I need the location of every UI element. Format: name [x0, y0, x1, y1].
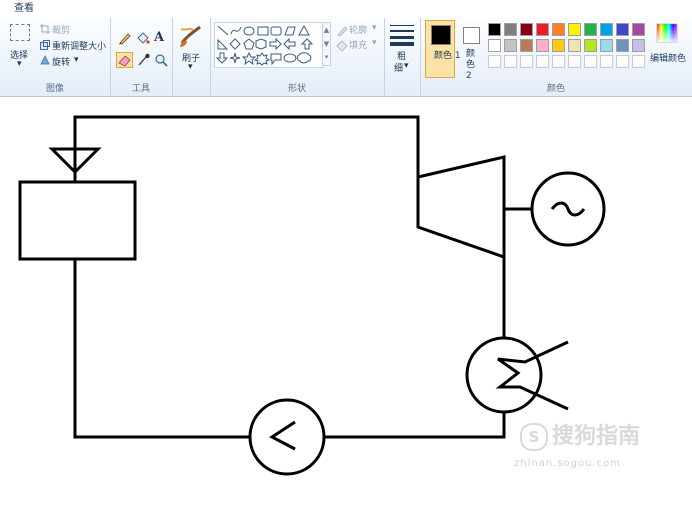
- resize-button[interactable]: 重新调整大小: [52, 39, 106, 52]
- color-picker-icon[interactable]: [137, 53, 151, 67]
- colors-group-label: 颜色: [546, 84, 565, 94]
- condenser-circle: [465, 336, 543, 414]
- custom-color-slot[interactable]: [568, 55, 581, 68]
- colors-group: 颜色 1 .c1 .t{} 颜色 2: [420, 18, 692, 96]
- palette-swatch[interactable]: [520, 39, 533, 52]
- palette-swatch[interactable]: [568, 39, 581, 52]
- custom-color-slot[interactable]: [536, 55, 549, 68]
- tools-group-label: 工具: [131, 84, 150, 94]
- color2-swatch: [463, 27, 480, 44]
- rotate-icon: [40, 55, 50, 65]
- custom-color-slot[interactable]: [600, 55, 613, 68]
- palette-swatch[interactable]: [568, 23, 581, 36]
- custom-color-slot[interactable]: [552, 55, 565, 68]
- boiler-box: [18, 180, 137, 261]
- palette-swatch[interactable]: [504, 23, 517, 36]
- palette-swatch[interactable]: [616, 23, 629, 36]
- custom-color-slot[interactable]: [504, 55, 517, 68]
- crop-icon: [40, 24, 50, 34]
- gallery-scroll-down-icon[interactable]: ▼: [323, 37, 330, 51]
- palette-swatch[interactable]: [616, 39, 629, 52]
- brush-icon: [180, 25, 201, 47]
- color-palette: [488, 23, 648, 71]
- color1-label: 颜色 1: [434, 51, 461, 61]
- tools-group: A 工具: [110, 18, 173, 96]
- edit-colors-label[interactable]: 编辑颜色: [650, 51, 686, 64]
- edit-colors-button[interactable]: [656, 23, 678, 43]
- custom-color-slot[interactable]: [616, 55, 629, 68]
- fill-dropdown-arrow[interactable]: ▾: [372, 38, 377, 48]
- line-size-icon[interactable]: [389, 24, 415, 46]
- color-wheel-icon: [656, 23, 678, 43]
- palette-swatch[interactable]: [600, 23, 613, 36]
- rotate-dropdown-arrow[interactable]: ▾: [74, 55, 79, 65]
- palette-swatch[interactable]: [552, 39, 565, 52]
- outline-dropdown-arrow[interactable]: ▾: [372, 23, 377, 33]
- watermark-logo: S 搜狗指南: [520, 418, 640, 451]
- palette-swatch[interactable]: [632, 39, 645, 52]
- top-pipe: [73, 115, 420, 172]
- shapes-gallery[interactable]: [214, 22, 324, 68]
- image-group-label: 图像: [45, 84, 64, 94]
- eraser-icon: [118, 55, 131, 67]
- ribbon: 选择 ▾ 裁剪 重新调整大小 旋转 ▾ 图像 A 工具 刷子 ▾ ▲ ▼ ▾ 轮…: [0, 18, 692, 97]
- palette-swatch[interactable]: [536, 39, 549, 52]
- color2-label: 颜色 2: [466, 49, 476, 81]
- palette-swatch[interactable]: [552, 23, 565, 36]
- shapes-gallery-icons: [215, 24, 314, 66]
- palette-swatch[interactable]: [488, 39, 501, 52]
- pump-arrow: [269, 420, 296, 451]
- image-group: 选择 ▾ 裁剪 重新调整大小 旋转 ▾ 图像: [0, 18, 111, 96]
- palette-swatch[interactable]: [600, 39, 613, 52]
- custom-color-slot[interactable]: [584, 55, 597, 68]
- right-pipe-lower: [323, 412, 506, 439]
- palette-swatch[interactable]: [584, 39, 597, 52]
- color1-button[interactable]: 颜色 1: [425, 20, 461, 78]
- fill-icon: [336, 40, 348, 51]
- palette-swatch[interactable]: [632, 23, 645, 36]
- text-tool-button[interactable]: A: [154, 30, 164, 45]
- color1-swatch: [431, 25, 451, 45]
- palette-swatch[interactable]: [520, 23, 533, 36]
- fill-bucket-icon[interactable]: [136, 31, 150, 45]
- watermark-url: zhinan.sogou.com: [514, 458, 622, 469]
- pencil-icon[interactable]: [118, 31, 132, 45]
- shapes-group: ▲ ▼ ▾ 轮廓 ▾ 填充 ▾ 形状: [210, 18, 385, 96]
- fill-button[interactable]: 填充: [349, 38, 367, 51]
- size-group: 粗 细 ▾: [384, 18, 421, 96]
- shapes-group-label: 形状: [287, 84, 306, 94]
- palette-swatch[interactable]: [504, 39, 517, 52]
- rotate-button[interactable]: 旋转: [52, 55, 70, 68]
- gallery-scroll-up-icon[interactable]: ▲: [323, 23, 330, 37]
- palette-swatch[interactable]: [584, 23, 597, 36]
- resize-icon: [40, 40, 50, 50]
- size-label-line2[interactable]: 细: [394, 61, 403, 74]
- size-dropdown-arrow[interactable]: ▾: [404, 61, 409, 71]
- select-dropdown-arrow[interactable]: ▾: [17, 59, 22, 69]
- left-pipe: [73, 259, 250, 439]
- magnifier-icon[interactable]: [154, 53, 168, 67]
- pump-circle: [248, 398, 326, 476]
- gallery-expand-icon[interactable]: ▾: [323, 51, 330, 63]
- palette-swatch[interactable]: [488, 23, 501, 36]
- custom-color-slot[interactable]: [520, 55, 533, 68]
- ribbon-tab-bar: 查看: [0, 0, 692, 19]
- outline-button[interactable]: 轮廓: [349, 23, 367, 36]
- crop-button[interactable]: 裁剪: [52, 23, 70, 36]
- tab-view[interactable]: 查看: [8, 2, 40, 16]
- brushes-dropdown-arrow[interactable]: ▾: [188, 62, 193, 72]
- brushes-group: 刷子 ▾: [172, 18, 211, 96]
- eraser-tool-button[interactable]: [116, 52, 133, 68]
- turbine-shape: [416, 155, 506, 260]
- outline-icon: [337, 26, 348, 36]
- shapes-gallery-scrollbar[interactable]: ▲ ▼ ▾: [322, 22, 331, 66]
- palette-swatch[interactable]: [536, 23, 549, 36]
- watermark-brand: 搜狗指南: [552, 424, 641, 449]
- generator-tilde: [550, 201, 586, 217]
- select-icon[interactable]: [10, 24, 30, 41]
- custom-color-slot[interactable]: [632, 55, 645, 68]
- custom-color-slot[interactable]: [488, 55, 501, 68]
